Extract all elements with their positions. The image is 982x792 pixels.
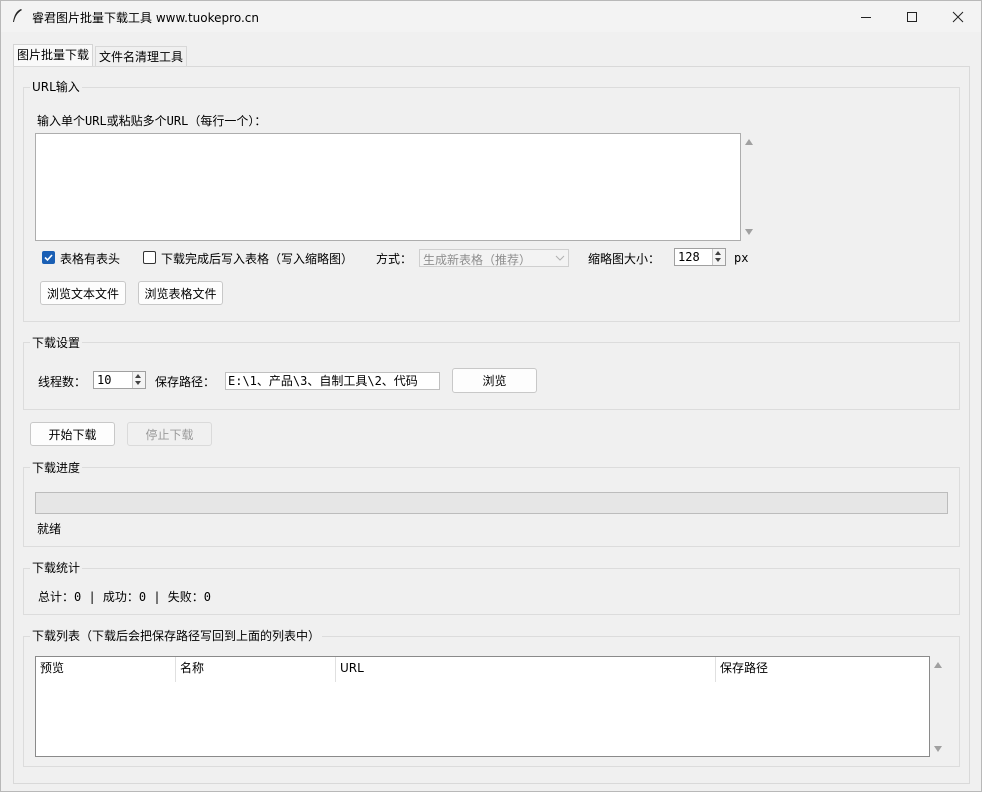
url-textarea[interactable]	[35, 133, 741, 241]
scroll-down-icon[interactable]	[745, 229, 753, 235]
stats-summary: 总计：0 | 成功：0 | 失败：0	[38, 590, 212, 604]
threads-spinbox[interactable]: 10	[93, 371, 146, 389]
threads-spin-buttons[interactable]	[132, 372, 145, 388]
column-header-url[interactable]: URL	[336, 657, 716, 682]
scroll-down-icon[interactable]	[934, 746, 942, 752]
column-header-preview[interactable]: 预览	[36, 657, 176, 682]
thumb-size-spinbox[interactable]: 128	[674, 248, 726, 266]
url-textarea-scrollbar[interactable]	[741, 133, 758, 241]
download-list-legend: 下载列表（下载后会把保存路径写回到上面的列表中）	[30, 627, 323, 644]
feather-app-icon	[11, 8, 23, 24]
mode-combobox[interactable]: 生成新表格（推荐）	[419, 249, 569, 267]
column-header-save-path[interactable]: 保存路径	[716, 657, 929, 682]
window-title: 睿君图片批量下载工具 www.tuokepro.cn	[32, 11, 259, 25]
maximize-icon	[907, 11, 917, 22]
app-window: 睿君图片批量下载工具 www.tuokepro.cn 图片批量下载 文件名清理工…	[0, 0, 982, 792]
threads-label: 线程数：	[38, 375, 87, 389]
write-back-checkbox-label: 下载完成后写入表格（写入缩略图）	[161, 252, 354, 266]
spin-up-icon[interactable]	[715, 251, 721, 255]
mode-value: 生成新表格（推荐）	[423, 253, 532, 267]
url-input-legend: URL输入	[30, 78, 82, 95]
download-list-table[interactable]: 预览 名称 URL 保存路径	[35, 656, 930, 757]
scroll-up-icon[interactable]	[934, 662, 942, 668]
tab-image-download[interactable]: 图片批量下载	[13, 44, 94, 66]
column-header-name[interactable]: 名称	[176, 657, 336, 682]
spin-down-icon[interactable]	[135, 381, 141, 385]
minimize-icon	[861, 16, 871, 18]
browse-text-file-button[interactable]: 浏览文本文件	[40, 281, 126, 305]
header-checkbox[interactable]	[42, 251, 55, 264]
minimize-button[interactable]	[843, 1, 889, 32]
status-label: 就绪	[37, 522, 62, 536]
browse-save-path-button[interactable]: 浏览	[452, 368, 537, 393]
thumb-size-value: 128	[678, 250, 700, 264]
stats-legend: 下载统计	[30, 559, 83, 576]
mode-label: 方式：	[376, 252, 413, 266]
chevron-down-icon	[555, 255, 565, 261]
thumb-size-unit: px	[734, 251, 749, 265]
title-bar: 睿君图片批量下载工具 www.tuokepro.cn	[1, 1, 981, 32]
threads-value: 10	[97, 373, 112, 387]
header-checkbox-label: 表格有表头	[60, 252, 121, 266]
close-button[interactable]	[935, 1, 981, 32]
url-prompt-label: 输入单个URL或粘贴多个URL（每行一个）：	[37, 114, 267, 128]
scroll-up-icon[interactable]	[745, 139, 753, 145]
tab-page: URL输入 输入单个URL或粘贴多个URL（每行一个）： 表格有表头 下载完成后…	[13, 66, 970, 784]
tab-filename-cleaner[interactable]: 文件名清理工具	[95, 46, 188, 66]
stop-download-button[interactable]: 停止下载	[127, 422, 212, 446]
write-back-checkbox[interactable]	[143, 251, 156, 264]
checkmark-icon	[44, 254, 53, 262]
save-path-field[interactable]: E:\1、产品\3、自制工具\2、代码	[225, 372, 440, 390]
thumb-size-label: 缩略图大小：	[588, 252, 661, 266]
close-icon	[952, 11, 964, 22]
download-progress-bar	[35, 492, 948, 514]
save-path-label: 保存路径：	[155, 375, 216, 389]
browse-table-file-button[interactable]: 浏览表格文件	[138, 281, 223, 305]
spin-down-icon[interactable]	[715, 258, 721, 262]
settings-legend: 下载设置	[30, 334, 83, 351]
start-download-button[interactable]: 开始下载	[30, 422, 115, 446]
download-list-scrollbar[interactable]	[930, 656, 947, 757]
maximize-button[interactable]	[889, 1, 935, 32]
spin-up-icon[interactable]	[135, 374, 141, 378]
thumb-size-spin-buttons[interactable]	[712, 249, 725, 265]
progress-legend: 下载进度	[30, 459, 83, 476]
